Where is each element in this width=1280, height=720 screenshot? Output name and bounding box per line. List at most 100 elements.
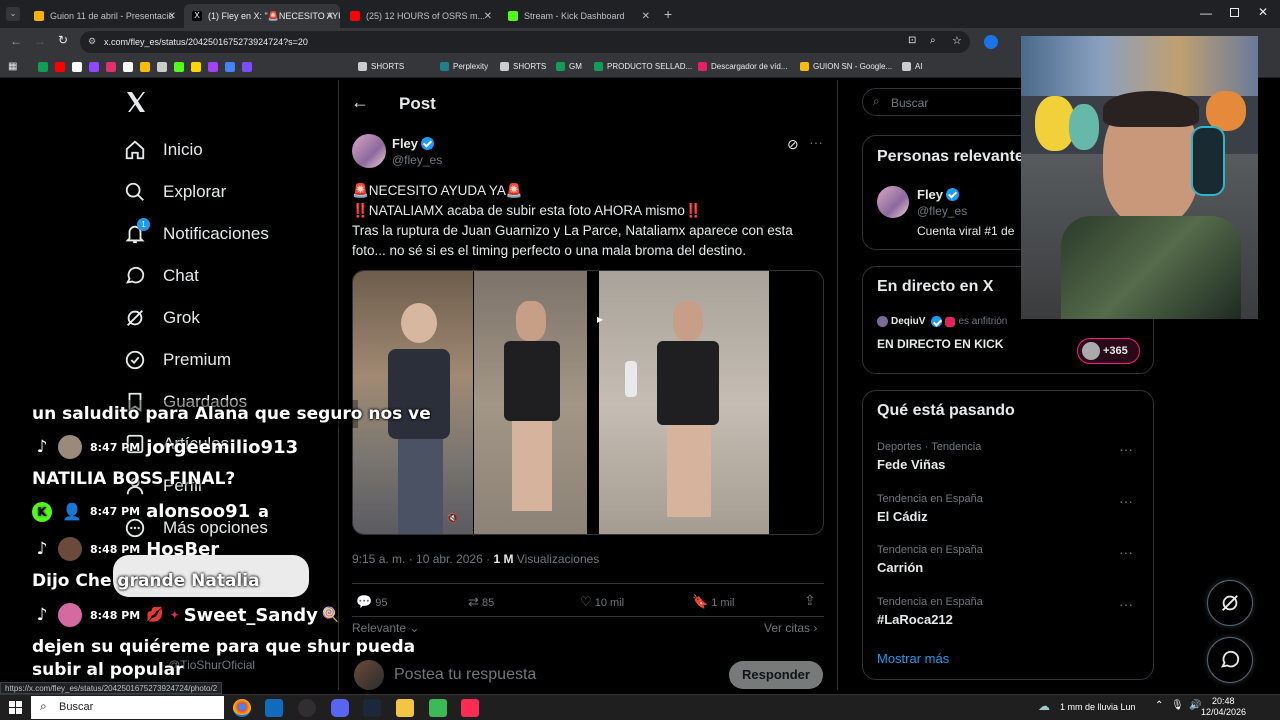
bookmark-descargador[interactable]: Descargador de víd... xyxy=(698,62,787,71)
relevant-handle[interactable]: @fley_es xyxy=(917,204,967,218)
app-icon[interactable] xyxy=(429,699,447,717)
apps-icon[interactable]: ▦ xyxy=(8,61,17,72)
bookmark-app-icon[interactable] xyxy=(242,62,252,72)
clock-date[interactable]: 12/04/2026 xyxy=(1201,707,1246,717)
reply-input[interactable]: Postea tu respuesta xyxy=(394,666,536,684)
bookmark-gm[interactable]: GM xyxy=(556,62,582,71)
chrome-icon[interactable] xyxy=(233,699,251,717)
nav-notifications[interactable]: 1 Notificaciones xyxy=(124,218,269,245)
bookmark-tiktok-icon[interactable] xyxy=(123,62,133,72)
post-media[interactable]: 🔇 xyxy=(352,270,824,535)
nav-home[interactable]: Inicio xyxy=(124,139,203,161)
trend-item[interactable]: Deportes · Tendencia Fede Viñas ··· xyxy=(877,441,1139,472)
bookmark-x-icon[interactable] xyxy=(72,62,82,72)
trend-item[interactable]: Tendencia en España Carrión ··· xyxy=(877,544,1139,575)
bookmark-perplexity[interactable]: Perplexity xyxy=(440,62,488,71)
trend-more-icon[interactable]: ··· xyxy=(1119,596,1133,612)
bookmark-button[interactable]: 🔖 1 mil xyxy=(692,594,734,610)
nav-chat[interactable]: Chat xyxy=(124,265,199,287)
live-listeners[interactable]: +365 xyxy=(1077,338,1140,364)
bookmark-twitch-icon[interactable] xyxy=(89,62,99,72)
grok-fab[interactable] xyxy=(1207,580,1253,626)
share-icon[interactable]: ⇪ xyxy=(804,592,816,609)
bookmark-app-icon[interactable] xyxy=(191,62,201,72)
bookmark-shorts[interactable]: SHORTS xyxy=(358,62,404,71)
obs-icon[interactable] xyxy=(298,699,316,717)
discord-icon[interactable] xyxy=(331,699,349,717)
nav-premium[interactable]: Premium xyxy=(124,349,231,371)
trend-more-icon[interactable]: ··· xyxy=(1119,493,1133,509)
show-more-link[interactable]: Mostrar más xyxy=(877,651,949,666)
back-icon[interactable]: ← xyxy=(10,34,22,48)
bookmark-youtube-icon[interactable] xyxy=(55,62,65,72)
steam-icon[interactable] xyxy=(363,699,381,717)
mute-icon[interactable]: 🔇 xyxy=(447,513,461,527)
tray-chevron-icon[interactable]: ⌃ xyxy=(1155,700,1163,711)
browser-tab[interactable]: Guion 11 de abril - Presentació ✕ xyxy=(26,4,182,28)
browser-tab[interactable]: Stream - Kick Dashboard ✕ xyxy=(500,4,656,28)
relevant-avatar[interactable] xyxy=(877,186,909,218)
reply-button-submit[interactable]: Responder xyxy=(729,661,823,689)
bookmark-tiktok-icon[interactable] xyxy=(157,62,167,72)
like-button[interactable]: ♡ 10 mil xyxy=(580,594,624,610)
bookmark-kick-icon[interactable] xyxy=(174,62,184,72)
author-name-row[interactable]: Fley xyxy=(392,136,435,151)
bookmark-shorts-2[interactable]: SHORTS xyxy=(500,62,546,71)
outlook-icon[interactable] xyxy=(265,699,283,717)
grok-post-icon[interactable]: ⊘ xyxy=(787,136,799,153)
close-tab-icon[interactable]: ✕ xyxy=(484,11,492,22)
bookmark-producto[interactable]: PRODUCTO SELLAD... xyxy=(594,62,692,71)
back-arrow-icon[interactable]: ← xyxy=(351,92,369,113)
clock-time[interactable]: 20:48 xyxy=(1212,696,1235,706)
extension-icon[interactable] xyxy=(984,35,998,49)
repost-button[interactable]: ⇄ 85 xyxy=(468,594,494,610)
taskbar-search[interactable]: ⌕ Buscar xyxy=(31,696,224,719)
live-event[interactable]: EN DIRECTO EN KICK xyxy=(877,337,1003,351)
author-avatar[interactable] xyxy=(352,134,386,168)
zoom-icon[interactable]: ⌕ xyxy=(930,35,936,46)
close-tab-icon[interactable]: ✕ xyxy=(168,11,176,22)
trend-item[interactable]: Tendencia en España El Cádiz ··· xyxy=(877,493,1139,524)
windows-start-icon[interactable] xyxy=(9,701,22,714)
install-icon[interactable]: ⊡ xyxy=(908,35,916,46)
bookmark-sheets-icon[interactable] xyxy=(38,62,48,72)
bookmark-app-icon[interactable] xyxy=(225,62,235,72)
volume-icon[interactable]: 🔊 xyxy=(1189,700,1201,711)
trend-item[interactable]: Tendencia en España #LaRoca212 ··· xyxy=(877,596,1139,627)
author-handle[interactable]: @fley_es xyxy=(392,153,442,167)
close-tab-icon[interactable]: ✕ xyxy=(326,11,334,22)
url-field[interactable]: ⚙ x.com/fley_es/status/20425016752739247… xyxy=(80,31,970,53)
tiktok-live-icon[interactable] xyxy=(461,699,479,717)
trend-more-icon[interactable]: ··· xyxy=(1119,441,1133,457)
nav-grok[interactable]: Grok xyxy=(124,307,200,329)
reload-icon[interactable]: ↻ xyxy=(58,33,68,47)
messages-fab[interactable] xyxy=(1207,637,1253,683)
browser-tab[interactable]: (25) 12 HOURS of OSRS m... ✕ xyxy=(342,4,498,28)
minimize-icon[interactable]: — xyxy=(1200,6,1212,20)
view-quotes-link[interactable]: Ver citas › xyxy=(764,621,817,635)
site-info-icon[interactable]: ⚙ xyxy=(88,36,96,47)
browser-tab-active[interactable]: X (1) Fley en X: "🚨NECESITO AYU ✕ xyxy=(184,4,340,28)
bookmark-instagram-icon[interactable] xyxy=(106,62,116,72)
x-logo-icon[interactable] xyxy=(124,90,150,116)
bookmark-c-icon[interactable] xyxy=(140,62,150,72)
close-window-icon[interactable]: ✕ xyxy=(1258,5,1268,19)
mic-icon[interactable]: 🎙 xyxy=(1171,700,1184,711)
relevant-name[interactable]: Fley xyxy=(917,187,943,202)
trend-more-icon[interactable]: ··· xyxy=(1119,544,1133,560)
bookmark-guion[interactable]: GUION SN - Google... xyxy=(800,62,892,71)
star-icon[interactable]: ☆ xyxy=(952,34,962,47)
folder-icon[interactable] xyxy=(396,699,414,717)
author-name[interactable]: Fley xyxy=(392,136,418,151)
restore-icon[interactable] xyxy=(1230,8,1239,17)
relevant-name-row[interactable]: Fley xyxy=(917,187,960,202)
nav-explore[interactable]: Explorar xyxy=(124,181,226,203)
close-tab-icon[interactable]: ✕ xyxy=(642,11,650,22)
tab-search-icon[interactable]: ⌄ xyxy=(6,7,20,21)
forward-icon[interactable]: → xyxy=(34,34,46,48)
bookmark-ai[interactable]: AI xyxy=(902,62,923,71)
new-tab-icon[interactable]: + xyxy=(664,6,672,22)
more-options-icon[interactable]: ··· xyxy=(809,134,823,150)
weather-text[interactable]: 1 mm de lluvia Lun xyxy=(1060,702,1136,712)
bookmark-app-icon[interactable] xyxy=(208,62,218,72)
